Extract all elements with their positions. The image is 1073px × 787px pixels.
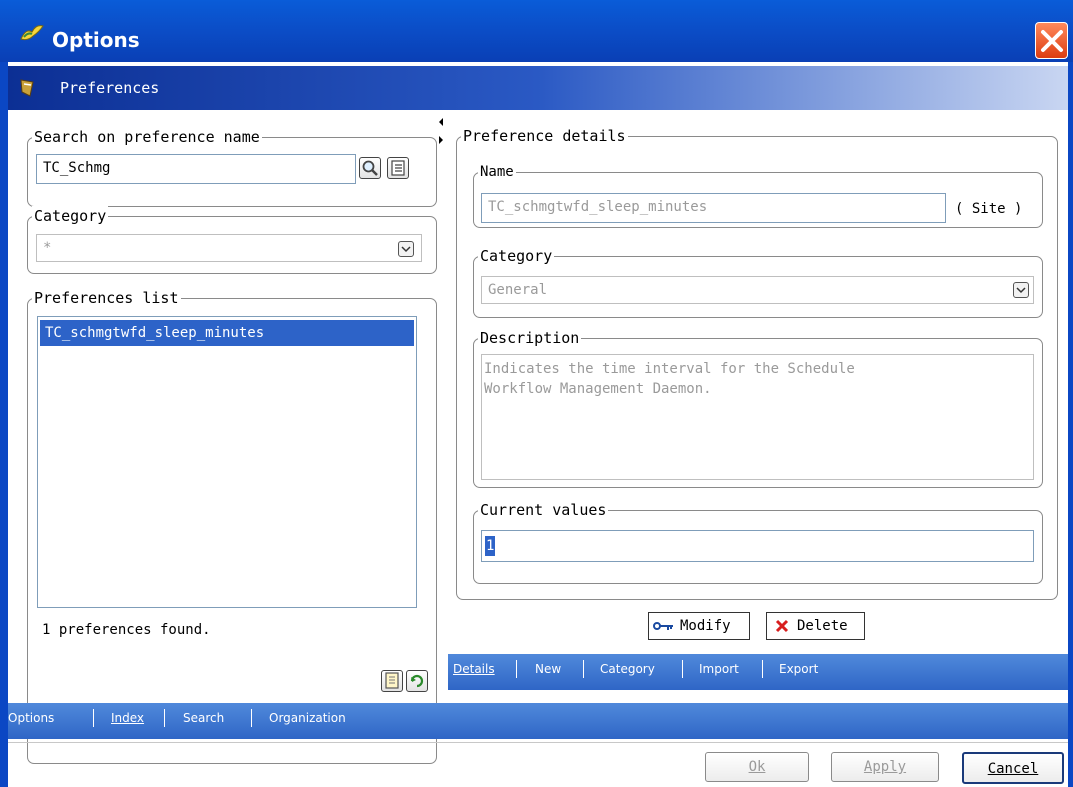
search-button[interactable] bbox=[359, 157, 381, 179]
document-icon bbox=[385, 672, 399, 689]
tab-separator bbox=[93, 709, 94, 727]
current-values-legend: Current values bbox=[478, 500, 609, 520]
name-legend: Name bbox=[478, 162, 516, 182]
details-tab-bar: Details New Category Import Export bbox=[448, 654, 1068, 690]
description-textarea[interactable]: Indicates the time interval for the Sche… bbox=[481, 354, 1034, 480]
tab-details[interactable]: Details bbox=[453, 662, 495, 676]
close-icon bbox=[1041, 30, 1063, 52]
tab-separator bbox=[583, 660, 584, 678]
preference-details-legend: Preference details bbox=[461, 126, 628, 146]
tab-import[interactable]: Import bbox=[699, 662, 739, 676]
description-line-2: Workflow Management Daemon. bbox=[484, 381, 712, 397]
preferences-title: Preferences bbox=[60, 79, 160, 97]
description-legend: Description bbox=[478, 328, 582, 348]
search-legend: Search on preference name bbox=[32, 127, 262, 147]
tab-separator bbox=[762, 660, 763, 678]
tab-separator bbox=[682, 660, 683, 678]
splitter-arrows-icon bbox=[439, 118, 443, 144]
apply-button[interactable]: Apply bbox=[831, 752, 939, 782]
name-field[interactable]: TC_schmgtwfd_sleep_minutes bbox=[481, 193, 946, 223]
category-filter-select[interactable]: * bbox=[36, 234, 422, 262]
refresh-button[interactable] bbox=[406, 670, 428, 692]
cancel-button[interactable]: Cancel bbox=[962, 752, 1064, 784]
current-value-field[interactable]: 1 bbox=[481, 530, 1034, 562]
tab-new[interactable]: New bbox=[535, 662, 561, 676]
window-titlebar: Options bbox=[0, 0, 1073, 62]
key-icon bbox=[653, 622, 673, 630]
modify-label: Modify bbox=[680, 618, 731, 634]
preferences-header: Preferences bbox=[8, 66, 1068, 110]
new-document-button[interactable] bbox=[381, 670, 403, 692]
list-button[interactable] bbox=[387, 157, 409, 179]
preferences-list-legend: Preferences list bbox=[32, 288, 181, 308]
tab-organization[interactable]: Organization bbox=[269, 711, 346, 725]
list-item[interactable]: TC_schmgtwfd_sleep_minutes bbox=[40, 320, 414, 346]
tab-separator bbox=[251, 709, 252, 727]
panel-splitter[interactable] bbox=[436, 110, 448, 703]
description-line-1: Indicates the time interval for the Sche… bbox=[484, 361, 855, 377]
category-select[interactable]: General bbox=[481, 276, 1034, 304]
current-value[interactable]: 1 bbox=[485, 536, 496, 556]
delete-button[interactable]: Delete bbox=[766, 612, 865, 640]
list-icon bbox=[391, 160, 405, 176]
options-tab-bar: Options Index Search Organization bbox=[8, 703, 1068, 739]
tab-category[interactable]: Category bbox=[600, 662, 655, 676]
delete-label: Delete bbox=[797, 618, 848, 634]
preferences-listbox[interactable]: TC_schmgtwfd_sleep_minutes bbox=[37, 316, 417, 608]
search-icon bbox=[362, 160, 378, 176]
tab-separator bbox=[164, 709, 165, 727]
search-input[interactable]: TC_Schmg bbox=[36, 154, 356, 184]
window-title: Options bbox=[52, 28, 140, 52]
window-frame-left bbox=[0, 62, 8, 787]
delete-x-icon bbox=[775, 619, 789, 633]
ok-button[interactable]: Ok bbox=[705, 752, 809, 782]
chevron-down-icon bbox=[1016, 287, 1026, 294]
tab-search[interactable]: Search bbox=[183, 711, 224, 725]
refresh-icon bbox=[410, 674, 424, 688]
options-app-icon bbox=[20, 25, 44, 41]
tab-index[interactable]: Index bbox=[111, 711, 144, 725]
chevron-down-icon bbox=[401, 246, 411, 253]
category-legend: Category bbox=[478, 246, 555, 266]
tab-separator bbox=[516, 660, 517, 678]
category-filter-legend: Category bbox=[32, 206, 109, 226]
scope-label: ( Site ) bbox=[955, 201, 1023, 217]
footer-separator bbox=[8, 742, 1068, 743]
tab-options[interactable]: Options bbox=[8, 711, 54, 725]
category-dropdown[interactable] bbox=[1013, 282, 1029, 298]
modify-button[interactable]: Modify bbox=[648, 612, 750, 640]
preferences-count-status: 1 preferences found. bbox=[42, 622, 211, 638]
preferences-icon bbox=[20, 79, 34, 97]
window-frame-right bbox=[1068, 62, 1073, 787]
category-filter-dropdown[interactable] bbox=[398, 241, 414, 257]
close-button[interactable] bbox=[1035, 22, 1068, 59]
tab-export[interactable]: Export bbox=[779, 662, 818, 676]
